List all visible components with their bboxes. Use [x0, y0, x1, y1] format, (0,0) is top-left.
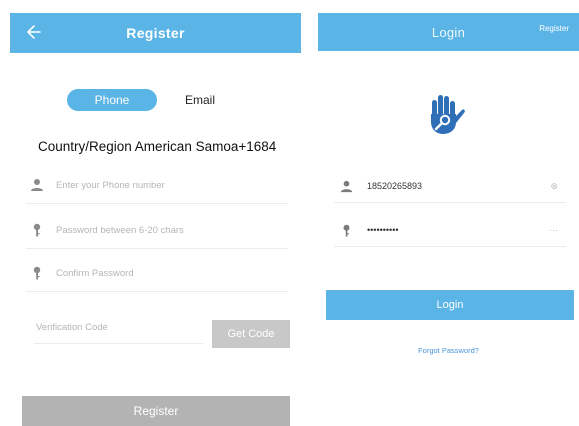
login-screen: Login Register ⊗ ··· Login Forgo [318, 0, 579, 421]
clear-icon[interactable]: ⊗ [550, 181, 558, 192]
login-password-input[interactable] [365, 224, 539, 236]
get-code-button[interactable]: Get Code [212, 320, 290, 348]
password-input[interactable] [54, 223, 278, 237]
more-icon[interactable]: ··· [549, 225, 558, 235]
confirm-password-input[interactable] [54, 266, 278, 280]
login-button[interactable]: Login [326, 290, 574, 320]
register-title: Register [126, 25, 185, 41]
back-arrow-icon[interactable] [24, 21, 46, 43]
hand-icon [431, 95, 465, 134]
confirm-password-field-row [26, 255, 288, 292]
register-screen: Register Phone Email Country/Region Amer… [10, 0, 301, 426]
username-field-row: ⊗ [334, 170, 566, 203]
country-region-selector[interactable]: Country/Region American Samoa+1684 [38, 139, 276, 154]
user-icon [31, 179, 43, 191]
key-icon [343, 224, 350, 237]
tab-email[interactable]: Email [170, 89, 230, 111]
login-header: Login Register [318, 13, 579, 51]
phone-input[interactable] [54, 178, 278, 192]
forgot-password-link[interactable]: Forgot Password? [318, 346, 579, 355]
verification-field-row [34, 313, 208, 344]
phone-field-row [26, 167, 288, 204]
login-password-field-row: ··· [334, 214, 566, 247]
login-title: Login [431, 24, 466, 40]
tab-phone[interactable]: Phone [67, 89, 157, 111]
register-link[interactable]: Register [539, 24, 569, 33]
register-header: Register [10, 13, 301, 53]
verification-code-input[interactable] [34, 313, 208, 341]
key-icon [33, 266, 41, 280]
key-icon [33, 223, 41, 237]
password-field-row [26, 212, 288, 249]
username-input[interactable] [365, 180, 539, 192]
register-button[interactable]: Register [22, 396, 290, 426]
user-icon [340, 180, 353, 192]
